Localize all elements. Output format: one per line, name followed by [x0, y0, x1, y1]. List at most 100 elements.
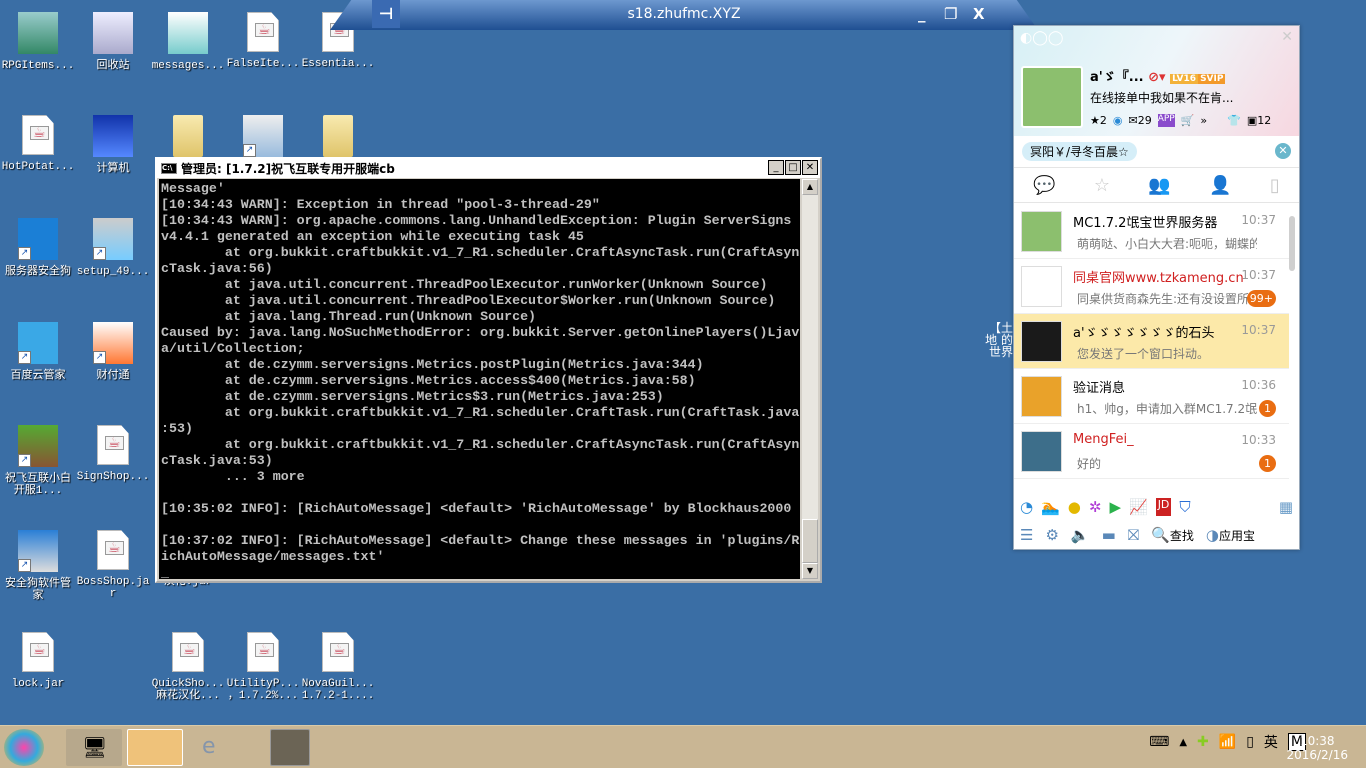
restore-button[interactable]: ❐ — [944, 5, 957, 23]
clock[interactable]: 10:38 2016/2/16 — [1286, 734, 1348, 762]
desktop-icon[interactable]: FalseIte... — [226, 12, 300, 70]
desktop-icon[interactable]: messages... — [151, 12, 225, 72]
status-busy-icon[interactable]: ⊘▾ — [1148, 70, 1165, 85]
desktop-icon[interactable]: 计算机 — [76, 115, 150, 175]
scroll-thumb[interactable] — [802, 519, 818, 563]
security-icon[interactable]: ⛉ — [1179, 498, 1190, 516]
shortcut-arrow-icon: ↗ — [18, 351, 31, 364]
conversation-item[interactable]: 同桌官网www.tzkameng.cn 10:37 同桌供货商森先生:还有没设置… — [1014, 259, 1289, 314]
desktop-icon[interactable]: ↗ 祝飞互联小白开服1... — [1, 425, 75, 497]
remote-desktop-icon: 🖥 — [82, 735, 108, 759]
desktop-icon[interactable]: RPGItems... — [1, 12, 75, 72]
tab-favorites[interactable]: ☆ — [1094, 175, 1110, 196]
avatar[interactable] — [1021, 66, 1083, 128]
console-scrollbar[interactable]: ▲ ▼ — [802, 179, 818, 579]
console-icon: C:\ — [161, 163, 177, 174]
tab-devices[interactable]: ▯ — [1270, 175, 1280, 196]
video-icon[interactable]: ▶ — [1109, 498, 1121, 516]
console-title-bar[interactable]: C:\ 管理员: [1.7.2]祝飞互联专用开服端cb — [157, 159, 820, 178]
flower-icon[interactable]: ✲ — [1089, 498, 1102, 516]
game-icon[interactable]: 🏊 — [1041, 498, 1060, 516]
close-button[interactable]: X — [973, 5, 985, 23]
minimize-button[interactable]: _ — [768, 160, 784, 175]
desktop-icon[interactable]: ↗ 百度云管家 — [1, 322, 75, 382]
message-box-icon[interactable]: ▣12 — [1247, 114, 1271, 127]
show-hidden-icon[interactable]: ▲ — [1179, 737, 1187, 748]
close-button[interactable]: ✕ — [802, 160, 818, 175]
cart-icon[interactable]: 🛒 — [1181, 114, 1195, 127]
stock-icon[interactable]: 📈 — [1129, 498, 1148, 516]
conversation-time: 10:37 — [1241, 323, 1276, 337]
list-scrollbar[interactable] — [1289, 216, 1295, 271]
close-icon[interactable]: ✕ — [1281, 29, 1293, 45]
app-grid-icon[interactable]: ▦ — [1279, 498, 1293, 516]
partial-desktop-icon-label[interactable]: 【土地 的世界 — [980, 322, 1013, 358]
likes-icon[interactable]: ★2 — [1090, 114, 1107, 127]
battery-icon[interactable]: ▯ — [1246, 734, 1254, 750]
sound-icon[interactable]: 🔈 — [1071, 526, 1090, 544]
tab-contacts[interactable]: 👤 — [1209, 175, 1231, 196]
remote-desktop-bar: ⊣ s18.zhufmc.XYZ _ ❐ X — [330, 0, 1038, 30]
desktop-icon[interactable]: lock.jar — [1, 632, 75, 690]
maximize-button[interactable]: □ — [785, 160, 801, 175]
browser-icon[interactable]: ◔ — [1020, 498, 1033, 516]
conversation-item[interactable]: MengFei_ 10:33 好的 1 — [1014, 424, 1289, 479]
desktop-icon[interactable]: ↗ setup_49... — [76, 218, 150, 278]
taskbar-remote-desktop[interactable]: 🖥 — [66, 729, 122, 766]
taskbar-qq[interactable] — [127, 729, 183, 766]
minimize-button[interactable]: _ — [918, 5, 926, 23]
keyboard-icon[interactable]: ⌨ — [1149, 734, 1169, 750]
conversation-avatar — [1021, 266, 1062, 307]
app-icon[interactable]: APP — [1157, 114, 1175, 127]
appstore-button[interactable]: ◑应用宝 — [1206, 526, 1255, 544]
scroll-up-icon[interactable]: ▲ — [802, 179, 818, 195]
mail-icon[interactable]: ✉29 — [1128, 114, 1151, 127]
more-icon[interactable]: » — [1200, 114, 1207, 127]
tag-close-icon[interactable]: ✕ — [1275, 143, 1291, 159]
contact-tag[interactable]: 冥阳￥/寻冬百晨☆ — [1022, 142, 1137, 161]
console-line: at de.czymm.serversigns.Metrics$3.run(Me… — [161, 389, 664, 404]
desktop-icon[interactable]: 回收站 — [76, 12, 150, 72]
console-line: ichAutoMessage/messages.txt' — [161, 549, 385, 564]
desktop-icon-label: FalseIte... — [226, 58, 300, 70]
conversation-item[interactable]: a'ゞゞゞゞゞゞゞ的石头 10:37 您发送了一个窗口抖动。 — [1014, 314, 1289, 369]
desktop-icon[interactable]: ↗ 安全狗软件管家 — [1, 530, 75, 602]
scroll-down-icon[interactable]: ▼ — [802, 563, 818, 579]
tab-groups[interactable]: 👥 — [1148, 175, 1170, 196]
conversation-item[interactable]: 验证消息 10:36 h1、帅g，申请加入群MC1.7.2氓宝 1 — [1014, 369, 1289, 424]
desktop-icon[interactable]: ↗ 服务器安全狗 — [1, 218, 75, 278]
folder-icon[interactable]: ▬ — [1102, 526, 1116, 544]
skin-icon[interactable]: 👕 — [1227, 114, 1241, 127]
network-icon[interactable]: 📶 — [1219, 734, 1236, 750]
qzone-icon[interactable]: ◉ — [1113, 114, 1123, 127]
desktop-icon[interactable]: QuickSho... 麻花汉化... — [151, 632, 225, 702]
desktop-icon[interactable]: SignShop... — [76, 425, 150, 483]
tab-messages[interactable]: 💬 — [1033, 175, 1055, 196]
desktop-icon[interactable]: NovaGuil... 1.7.2-1.... — [301, 632, 375, 702]
start-button[interactable] — [4, 729, 44, 766]
conversation-item[interactable]: MC1.7.2氓宝世界服务器 10:37 萌萌哒、小白大大君:呃呃，蝴蝶的地 — [1014, 204, 1289, 259]
settings-icon[interactable]: ⚙ — [1045, 526, 1058, 544]
console-output[interactable]: Message' [10:34:43 WARN]: Exception in th… — [159, 179, 800, 579]
desktop-icon[interactable]: HotPotat... — [1, 115, 75, 173]
conversation-preview: h1、帅g，申请加入群MC1.7.2氓宝 — [1077, 402, 1257, 416]
desktop-icon[interactable] — [151, 115, 225, 163]
ime-language[interactable]: 英 — [1264, 732, 1278, 752]
music-icon[interactable]: ● — [1068, 498, 1081, 516]
safedog-tray-icon[interactable]: ✚ — [1197, 734, 1209, 750]
signature[interactable]: 在线接单中我如果不在肯... — [1090, 89, 1233, 106]
nickname[interactable]: a'ゞ『... ⊘▾ LV16 SVIP — [1090, 66, 1226, 85]
conversation-preview: 萌萌哒、小白大大君:呃呃，蝴蝶的地 — [1077, 237, 1257, 251]
console-line: [10:34:43 WARN]: Exception in thread "po… — [161, 197, 600, 212]
jd-icon[interactable]: JD — [1155, 498, 1172, 516]
taskbar-folder-ie[interactable]: e — [188, 729, 244, 766]
taskbar-console[interactable] — [270, 729, 310, 766]
search-button[interactable]: 🔍查找 — [1151, 526, 1194, 544]
desktop-icon[interactable]: UtilityP... ，1.7.2%... — [226, 632, 300, 702]
desktop-icon[interactable]: ↗ 财付通 — [76, 322, 150, 382]
desktop-icon[interactable]: ↗ — [226, 115, 300, 163]
favorites-icon[interactable]: ⛝ — [1128, 526, 1139, 544]
desktop-icon[interactable]: BossShop.jar — [76, 530, 150, 600]
desktop-icon[interactable] — [301, 115, 375, 163]
menu-icon[interactable]: ☰ — [1020, 526, 1033, 544]
